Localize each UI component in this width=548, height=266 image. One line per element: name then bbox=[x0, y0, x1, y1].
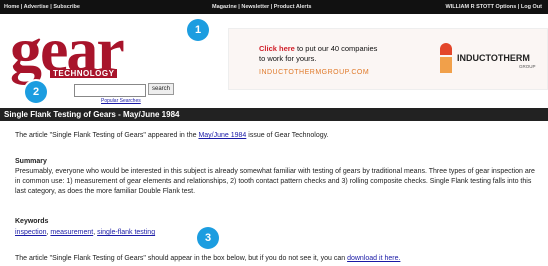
article-title-bar: Single Flank Testing of Gears - May/June… bbox=[0, 108, 548, 121]
callout-marker-1: 1 bbox=[187, 19, 209, 41]
download-link[interactable]: download it here. bbox=[347, 255, 400, 262]
popular-searches-link[interactable]: Popular Searches bbox=[101, 98, 141, 104]
keywords-list: inspection, measurement, single-flank te… bbox=[15, 229, 156, 236]
summary-body: Presumably, everyone who would be intere… bbox=[15, 168, 535, 195]
advertisement-banner[interactable]: Click here to put our 40 companies to wo… bbox=[228, 28, 548, 90]
article-download-note: The article "Single Flank Testing of Gea… bbox=[15, 254, 535, 264]
search-button[interactable]: search bbox=[148, 83, 174, 95]
article-title: Single Flank Testing of Gears - May/June… bbox=[4, 110, 180, 119]
article-intro: The article "Single Flank Testing of Gea… bbox=[15, 131, 535, 141]
top-nav-middle-links[interactable]: Magazine | Newsletter | Product Alerts bbox=[212, 4, 311, 10]
top-navigation-bar: Home | Advertise | Subscribe Magazine | … bbox=[0, 0, 548, 14]
gear-technology-logo[interactable]: gear TECHNOLOGY bbox=[10, 18, 190, 84]
ad-headline: Click here to put our 40 companies bbox=[259, 44, 377, 53]
search-input[interactable] bbox=[74, 84, 146, 97]
ad-brand: INDUCTOTHERM bbox=[457, 53, 530, 63]
ad-click-here[interactable]: Click here bbox=[259, 44, 295, 53]
keyword-measurement-link[interactable]: measurement bbox=[50, 229, 93, 236]
keyword-inspection-link[interactable]: inspection bbox=[15, 229, 47, 236]
intro-text-before: The article "Single Flank Testing of Gea… bbox=[15, 132, 199, 139]
ad-url: INDUCTOTHERMGROUP.COM bbox=[259, 69, 370, 76]
ad-headline-rest: to put our 40 companies bbox=[294, 44, 378, 53]
callout-marker-2: 2 bbox=[25, 81, 47, 103]
ad-line-2: to work for yours. bbox=[259, 54, 317, 63]
download-note-text: The article "Single Flank Testing of Gea… bbox=[15, 255, 348, 262]
top-nav-account-links[interactable]: WILLIAM R STOTT Options | Log Out bbox=[446, 4, 542, 10]
keyword-single-flank-testing-link[interactable]: single-flank testing bbox=[97, 229, 155, 236]
inductotherm-logo-icon bbox=[440, 43, 452, 73]
intro-text-after: issue of Gear Technology. bbox=[246, 132, 329, 139]
summary-heading: Summary bbox=[15, 158, 47, 165]
logo-subtitle: TECHNOLOGY bbox=[50, 69, 118, 78]
issue-link[interactable]: May/June 1984 bbox=[198, 132, 246, 139]
callout-marker-3: 3 bbox=[197, 227, 219, 249]
ad-brand-sub: GROUP bbox=[519, 64, 536, 69]
keywords-heading: Keywords bbox=[15, 218, 49, 225]
top-nav-left-links[interactable]: Home | Advertise | Subscribe bbox=[4, 4, 80, 10]
